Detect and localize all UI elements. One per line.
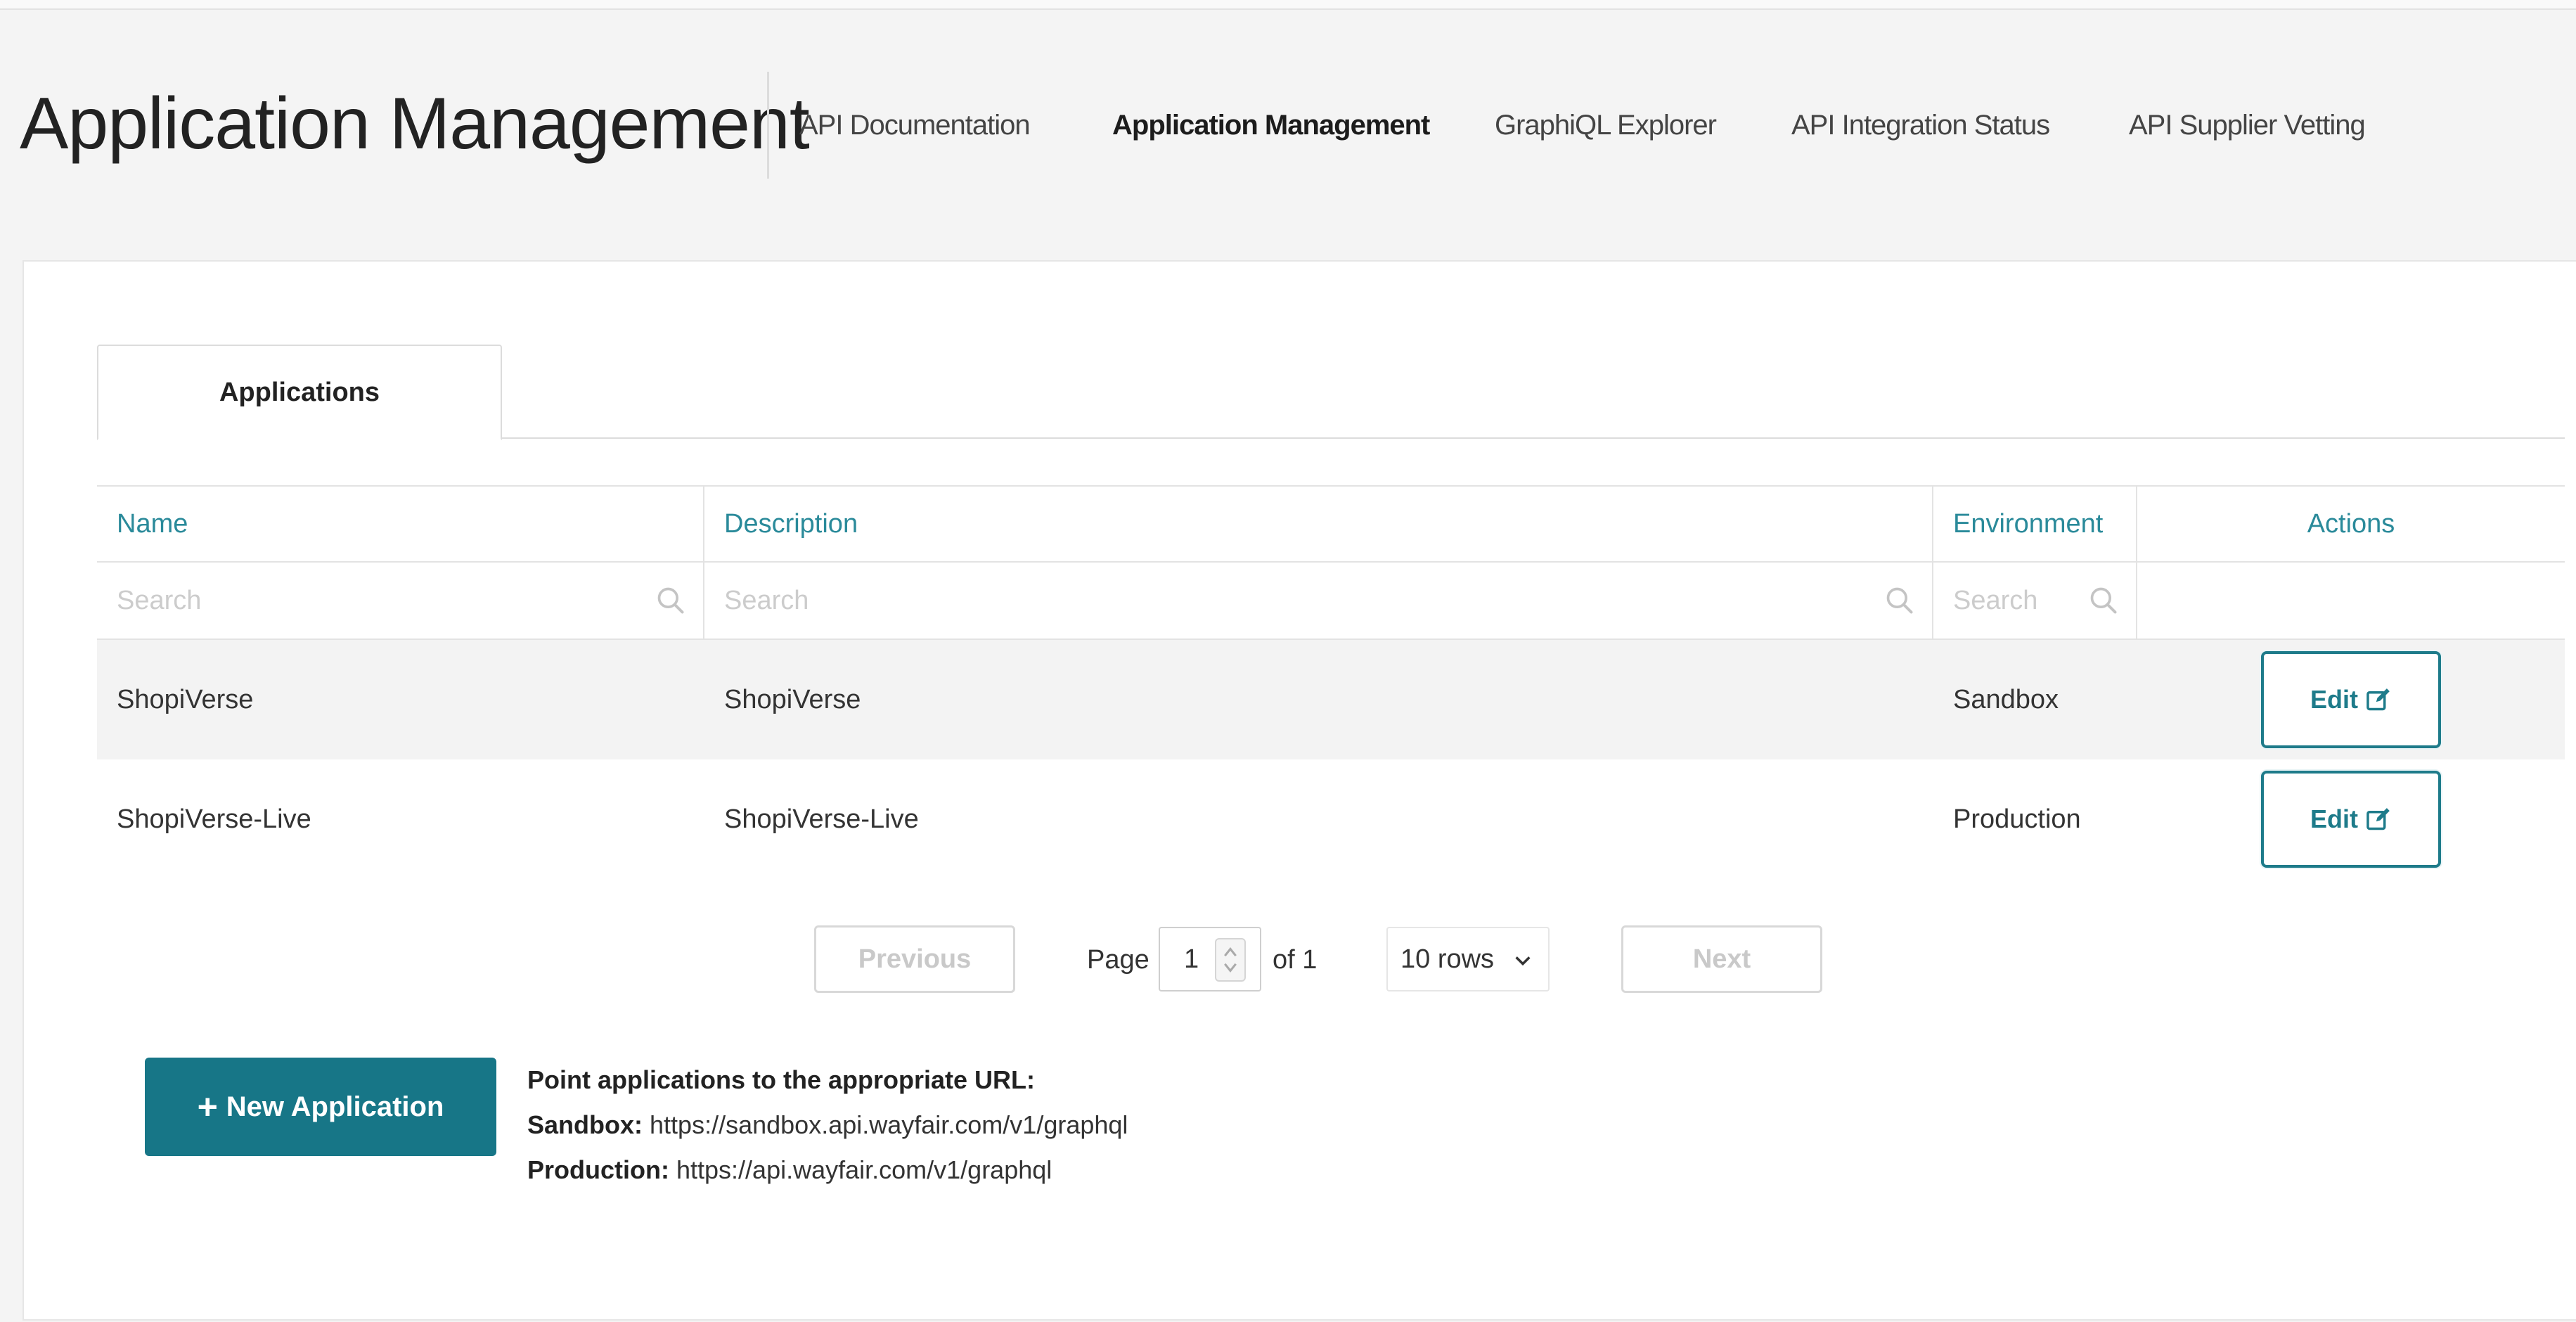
content-card: Applications Name Description Environmen… xyxy=(22,260,2576,1321)
edit-button[interactable]: Edit xyxy=(2261,771,2441,868)
new-application-label: New Application xyxy=(226,1091,444,1122)
edit-button[interactable]: Edit xyxy=(2261,651,2441,748)
column-header-name[interactable]: Name xyxy=(97,487,704,561)
plus-icon: + xyxy=(197,1087,218,1127)
environment-filter-cell xyxy=(1933,563,2137,638)
url-info-heading: Point applications to the appropriate UR… xyxy=(527,1065,1036,1094)
page-number-input[interactable]: 1 xyxy=(1159,927,1261,992)
new-application-button[interactable]: + New Application xyxy=(145,1058,496,1156)
previous-button[interactable]: Previous xyxy=(814,925,1015,993)
search-icon xyxy=(657,587,684,614)
applications-table: Name Description Environment Actions Sho… xyxy=(97,485,2565,879)
actions-filter-cell xyxy=(2137,563,2565,638)
column-header-environment[interactable]: Environment xyxy=(1933,487,2137,561)
row-actions: Edit xyxy=(2137,759,2565,879)
name-filter-cell xyxy=(97,563,704,638)
page-count-label: of 1 xyxy=(1273,945,1318,975)
row-description: ShopiVerse-Live xyxy=(724,804,919,834)
page-label: Page xyxy=(1087,945,1149,975)
edit-icon xyxy=(2366,688,2390,711)
sandbox-url: https://sandbox.api.wayfair.com/v1/graph… xyxy=(650,1110,1128,1139)
tab-applications[interactable]: Applications xyxy=(97,345,502,440)
nav-application-management[interactable]: Application Management xyxy=(1112,110,1430,141)
nav-api-documentation[interactable]: API Documentation xyxy=(799,110,1031,141)
name-search-input[interactable] xyxy=(117,585,650,616)
table-header-row: Name Description Environment Actions xyxy=(97,487,2565,563)
description-search-input[interactable] xyxy=(724,585,1879,616)
production-url-line: Production: https://api.wayfair.com/v1/g… xyxy=(527,1148,1128,1193)
table-filter-row xyxy=(97,563,2565,640)
search-icon xyxy=(1886,587,1913,614)
chevron-down-icon xyxy=(1515,956,1531,966)
table-row: ShopiVerse-Live ShopiVerse-Live Producti… xyxy=(97,759,2565,879)
url-info: Point applications to the appropriate UR… xyxy=(527,1058,1128,1193)
rows-per-page-select[interactable]: 10 rows xyxy=(1386,927,1550,992)
nav-api-integration-status[interactable]: API Integration Status xyxy=(1791,110,2050,141)
next-button[interactable]: Next xyxy=(1621,925,1822,993)
production-label: Production: xyxy=(527,1155,669,1184)
nav-api-supplier-vetting[interactable]: API Supplier Vetting xyxy=(2129,110,2366,141)
edit-icon xyxy=(2366,808,2390,830)
column-header-actions: Actions xyxy=(2307,508,2395,539)
sandbox-url-line: Sandbox: https://sandbox.api.wayfair.com… xyxy=(527,1103,1128,1148)
row-name: ShopiVerse xyxy=(117,684,254,714)
search-icon xyxy=(2090,587,2117,614)
nav-graphiql-explorer[interactable]: GraphiQL Explorer xyxy=(1495,110,1717,141)
stepper-icon[interactable] xyxy=(1215,938,1246,982)
row-environment: Sandbox xyxy=(1953,684,2059,714)
production-url: https://api.wayfair.com/v1/graphql xyxy=(676,1155,1052,1184)
row-name: ShopiVerse-Live xyxy=(117,804,311,834)
description-filter-cell xyxy=(704,563,1933,638)
sandbox-label: Sandbox: xyxy=(527,1110,643,1139)
column-header-description[interactable]: Description xyxy=(704,487,1933,561)
row-environment: Production xyxy=(1953,804,2081,834)
current-page-value: 1 xyxy=(1184,944,1199,974)
row-description: ShopiVerse xyxy=(724,684,861,714)
row-actions: Edit xyxy=(2137,640,2565,759)
edit-button-label: Edit xyxy=(2310,804,2358,833)
table-row: ShopiVerse ShopiVerse Sandbox Edit xyxy=(97,640,2565,759)
environment-search-input[interactable] xyxy=(1953,585,2082,616)
top-nav: API Documentation Application Management… xyxy=(0,68,2576,174)
page-header: Application Management API Documentation… xyxy=(0,68,2576,179)
rows-per-page-value: 10 rows xyxy=(1400,944,1495,974)
edit-button-label: Edit xyxy=(2310,685,2358,714)
top-border xyxy=(0,0,2576,10)
